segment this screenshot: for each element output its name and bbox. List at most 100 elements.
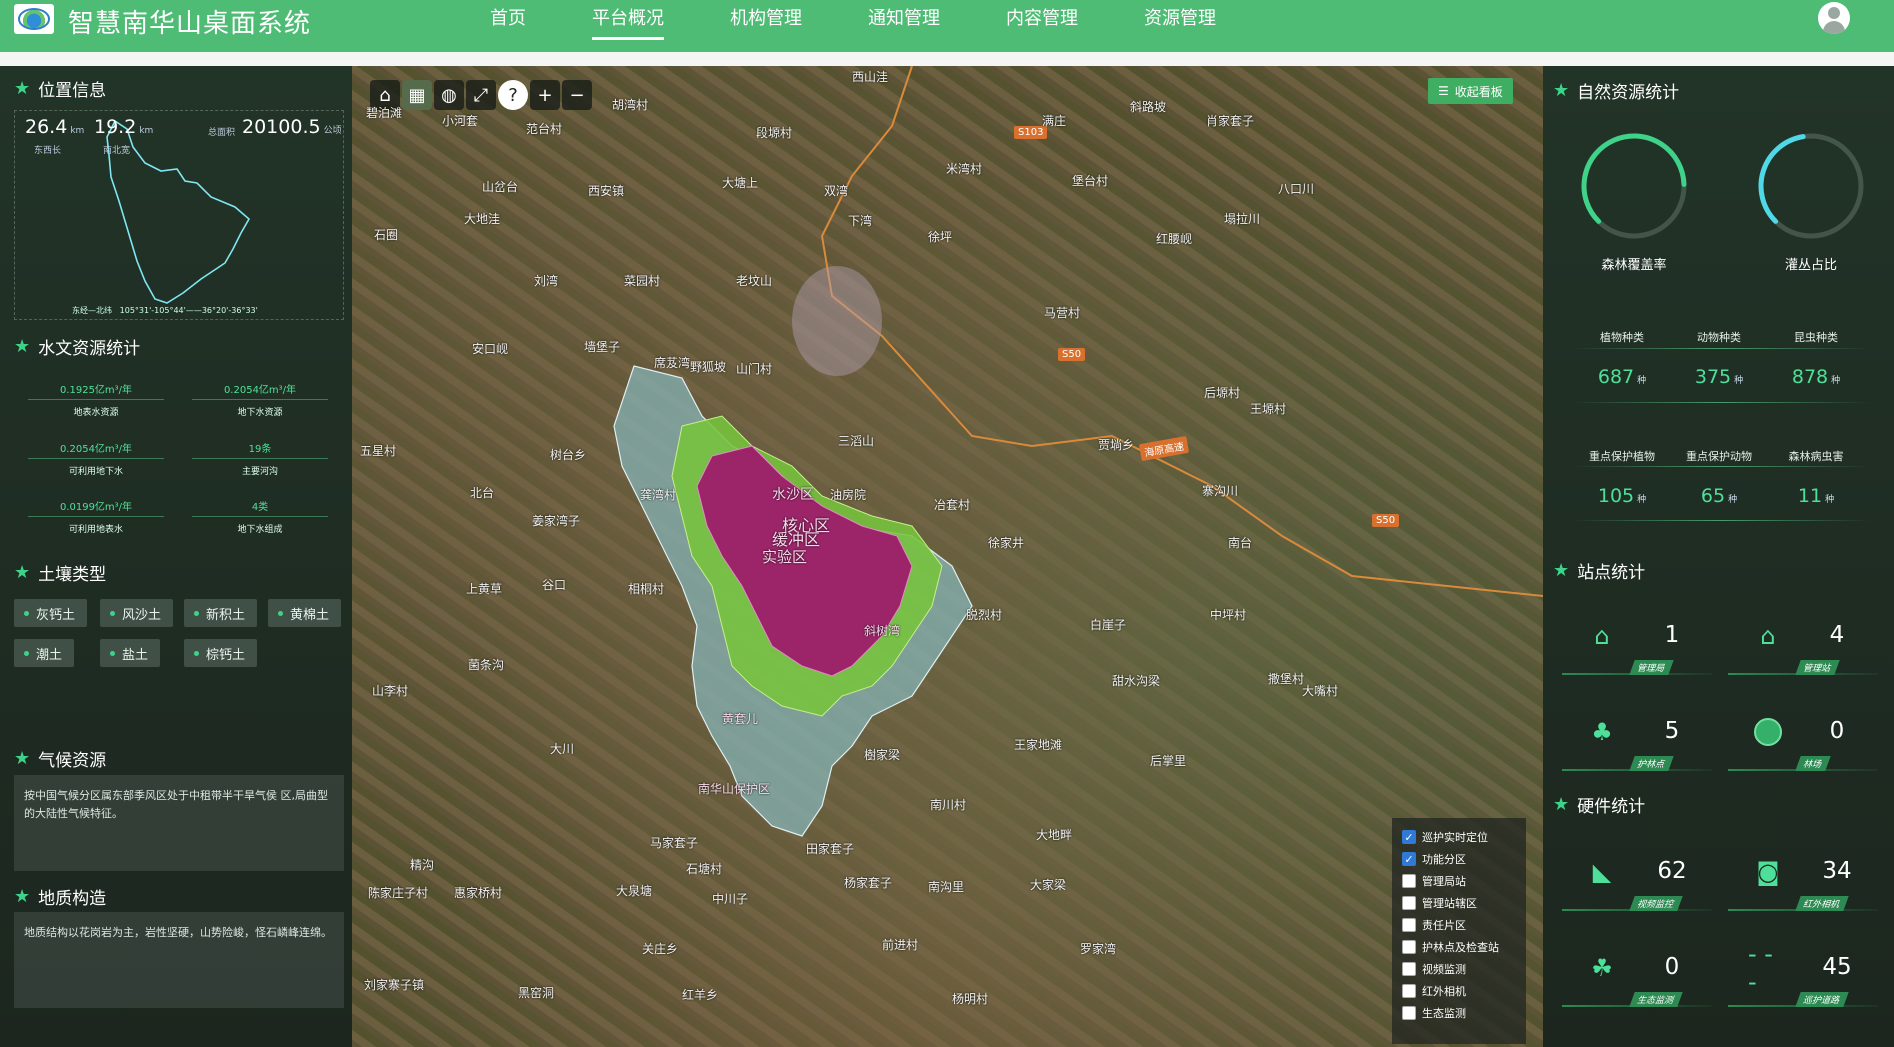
stat-value: 878 种 [1791,366,1841,388]
circle-icon [1748,712,1788,752]
boundary-outline [106,119,251,304]
star-icon: ★ [14,78,31,99]
place-label: 徐坪 [928,230,953,244]
layer-toggle[interactable]: 责任片区 [1402,914,1516,936]
place-label: 杨明村 [952,992,989,1006]
place-label: 大嘴村 [1302,684,1339,698]
question-icon: ? [508,84,518,106]
place-label: 中坪村 [1210,608,1247,622]
basemap-toggle-button[interactable]: ▦ [402,80,432,110]
geology-desc: 地质结构以花岗岩为主，岩性坚硬，山势险峻，怪石嶙峰连绵。 [14,912,344,1008]
checkbox[interactable] [1402,874,1416,888]
hydro-usable-surface: 0.0199亿m³/年 可利用地表水 [28,498,164,535]
app-title: 智慧南华山桌面系统 [68,9,312,39]
help-button[interactable]: ? [498,80,528,110]
soil-tag[interactable]: 盐土 [100,639,161,667]
place-label: 马家套子 [650,836,699,850]
place-label: 斜路坡 [1130,100,1167,114]
checkbox[interactable] [1402,962,1416,976]
stat-value: 687 种 [1597,366,1647,388]
nav-notice[interactable]: 通知管理 [868,0,940,40]
map-overlay [613,66,1543,837]
zone-label: 水沙区 [772,487,814,503]
place-label: 树台乡 [550,448,587,462]
hardware-title: ★ 硬件统计 [1553,794,1646,817]
layer-toggle[interactable]: ✓ 功能分区 [1402,848,1516,870]
place-label: 王塬村 [1250,402,1287,416]
soil-tag[interactable]: 新积土 [184,599,258,627]
place-label: 冶套村 [934,498,971,512]
place-label: 碧泊滩 [366,106,403,120]
minus-icon: − [569,84,585,106]
place-label: 大家梁 [1030,878,1067,892]
checkbox[interactable] [1402,1006,1416,1020]
checkbox[interactable] [1402,940,1416,954]
checkbox[interactable]: ✓ [1402,852,1416,866]
layer-label: 责任片区 [1422,919,1466,932]
divider [1571,348,1871,349]
zoom-in-button[interactable]: + [530,80,560,110]
place-label: 小河套 [442,114,479,128]
place-label: 油房院 [830,488,867,502]
checkbox[interactable] [1402,896,1416,910]
hydro-usable-ground: 0.2054亿m³/年 可利用地下水 [28,440,164,477]
star-icon: ★ [14,886,31,907]
path-icon: - - - [1748,940,1773,996]
layer-label: 生态监测 [1422,1007,1466,1020]
checkbox[interactable]: ✓ [1402,830,1416,844]
layer-toggle[interactable]: 生态监测 [1402,1002,1516,1024]
collapse-panel-button[interactable]: ☰ 收起看板 [1428,78,1513,104]
nav-resource[interactable]: 资源管理 [1144,0,1216,40]
place-label: 山岔台 [482,180,519,194]
app-logo[interactable] [14,4,54,34]
soil-tag[interactable]: 风沙土 [100,599,174,627]
place-label: 徐家井 [988,536,1025,550]
zone-label: 黄套儿 [722,712,759,726]
checkbox[interactable] [1402,984,1416,998]
soil-tag[interactable]: 棕钙土 [184,639,258,667]
place-label: 段塬村 [756,126,793,140]
fullscreen-button[interactable]: ⤢ [466,80,496,110]
layer-toggle[interactable]: 护林点及检查站 [1402,936,1516,958]
place-label: 肖家套子 [1206,114,1255,128]
layer-toggle[interactable]: 管理站辖区 [1402,892,1516,914]
layer-toggle[interactable]: ✓ 巡护实时定位 [1402,826,1516,848]
place-label: 大塘上 [722,176,759,190]
divider [1571,466,1871,467]
soil-tag[interactable]: 黄棉土 [268,599,342,627]
checkbox[interactable] [1402,918,1416,932]
site-count: 4 [1829,622,1845,648]
road-label: S50 [1372,514,1400,527]
zone-label: 斜树湾 [864,624,901,638]
cctv-icon: ◣ [1592,858,1612,886]
place-label: 胡湾村 [612,98,649,112]
layer-label: 巡护实时定位 [1422,831,1488,844]
nav-overview[interactable]: 平台概况 [592,0,664,40]
area-label: 总面积 [208,128,236,138]
place-label: 南台 [1228,536,1253,550]
soil-tag[interactable]: 灰钙土 [14,599,88,627]
star-icon: ★ [1553,80,1570,101]
layer-toggle[interactable]: 红外相机 [1402,980,1516,1002]
hardware-label: 生态监测 [1629,992,1683,1007]
zoom-out-button[interactable]: − [562,80,592,110]
place-label: 大地畔 [1036,828,1073,842]
layer-toggle[interactable]: 管理局站 [1402,870,1516,892]
stat-label: 植物种类 [1600,331,1644,344]
user-avatar[interactable] [1818,2,1850,34]
globe-button[interactable]: ◍ [434,80,464,110]
zone-label: 南华山保护区 [698,782,771,796]
place-label: 大地洼 [464,212,501,226]
nav-org[interactable]: 机构管理 [730,0,802,40]
hardware-label: 视频监控 [1629,896,1683,911]
nav-content[interactable]: 内容管理 [1006,0,1078,40]
ew-label: 东西长 [34,146,62,156]
place-label: 寨沟川 [1202,484,1239,498]
nav-home[interactable]: 首页 [490,0,526,40]
place-label: 米湾村 [946,162,983,176]
layer-label: 护林点及检查站 [1422,941,1499,954]
satellite-map[interactable]: ⌂ ▦ ◍ ⤢ ? + − ☰ 收起看板 S103 S50 S50 海原高速 西山… [352,66,1543,1047]
layer-toggle[interactable]: 视频监测 [1402,958,1516,980]
site-count: 1 [1664,622,1680,648]
soil-tag[interactable]: 潮土 [14,639,75,667]
